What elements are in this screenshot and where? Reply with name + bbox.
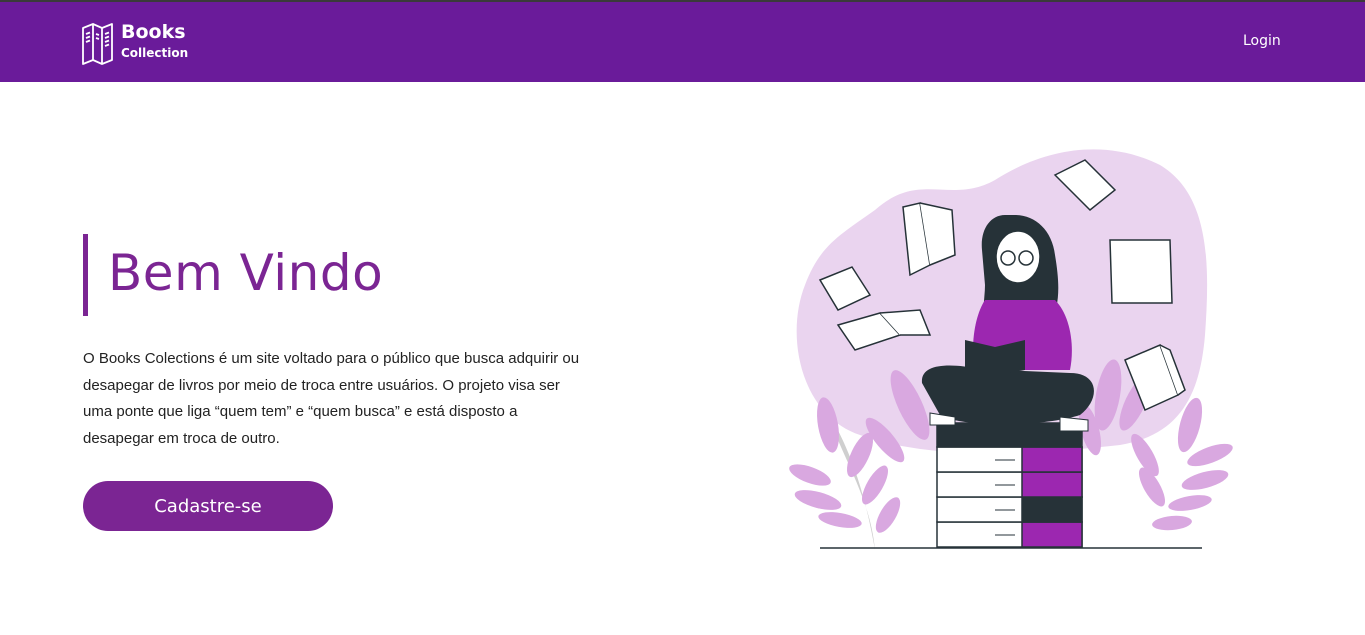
page-title: Bem Vindo (108, 244, 384, 302)
navbar: Books Collection Login (0, 2, 1365, 82)
signup-button[interactable]: Cadastre-se (83, 481, 333, 531)
hero-title-block: Bem Vindo (83, 234, 383, 316)
login-link[interactable]: Login (1243, 33, 1281, 49)
brand-subtitle: Collection (121, 46, 189, 60)
reading-woman-illustration (789, 149, 1233, 550)
hero-description: O Books Colections é um site voltado par… (83, 350, 580, 447)
books-icon (82, 23, 113, 65)
brand-logo[interactable]: Books Collection (80, 20, 188, 65)
book-stack (936, 422, 1083, 548)
brand-title: Books (121, 21, 186, 43)
brand-text: Books Collection (121, 20, 188, 61)
